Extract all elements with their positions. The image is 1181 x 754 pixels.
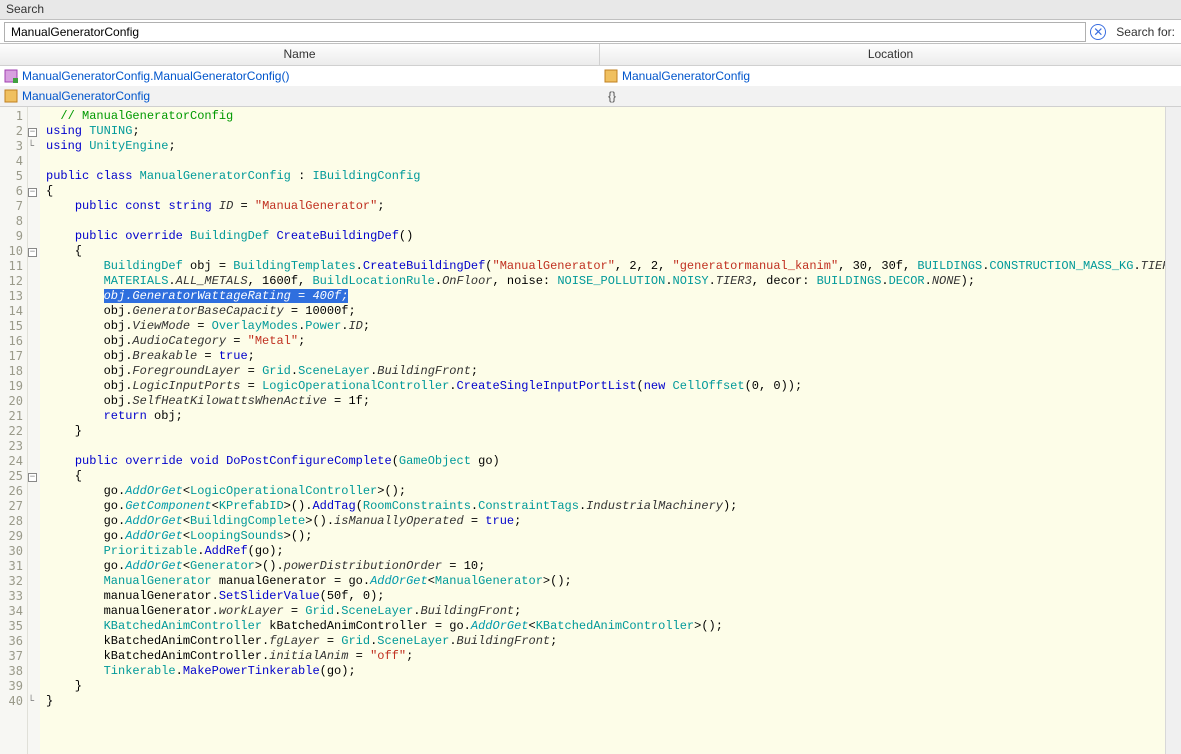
code-line[interactable]: [46, 214, 1165, 229]
result-row[interactable]: ManualGeneratorConfig.ManualGeneratorCon…: [0, 66, 1181, 86]
code-area[interactable]: // ManualGeneratorConfigusing TUNING;usi…: [40, 107, 1165, 754]
code-line[interactable]: public class ManualGeneratorConfig : IBu…: [46, 169, 1165, 184]
fold-gutter: −└ − − − └: [28, 107, 40, 754]
result-name-link[interactable]: ManualGeneratorConfig: [22, 89, 150, 103]
column-location[interactable]: Location: [600, 44, 1181, 65]
results-header: Name Location: [0, 44, 1181, 66]
code-line[interactable]: }: [46, 424, 1165, 439]
code-line[interactable]: [46, 154, 1165, 169]
code-line[interactable]: {: [46, 469, 1165, 484]
code-line[interactable]: return obj;: [46, 409, 1165, 424]
code-line[interactable]: obj.Breakable = true;: [46, 349, 1165, 364]
code-line[interactable]: obj.SelfHeatKilowattsWhenActive = 1f;: [46, 394, 1165, 409]
search-for-label: Search for:: [1110, 25, 1181, 39]
code-line[interactable]: obj.GeneratorWattageRating = 400f;: [46, 289, 1165, 304]
result-row[interactable]: ManualGeneratorConfig {}: [0, 86, 1181, 106]
code-line[interactable]: public const string ID = "ManualGenerato…: [46, 199, 1165, 214]
fold-toggle[interactable]: −: [28, 473, 37, 482]
code-line[interactable]: manualGenerator.SetSliderValue(50f, 0);: [46, 589, 1165, 604]
vertical-scrollbar[interactable]: [1165, 107, 1181, 754]
code-line[interactable]: go.AddOrGet<BuildingComplete>().isManual…: [46, 514, 1165, 529]
code-line[interactable]: {: [46, 184, 1165, 199]
code-line[interactable]: using UnityEngine;: [46, 139, 1165, 154]
code-line[interactable]: obj.ViewMode = OverlayModes.Power.ID;: [46, 319, 1165, 334]
code-line[interactable]: go.AddOrGet<Generator>().powerDistributi…: [46, 559, 1165, 574]
code-editor: 1234567891011121314151617181920212223242…: [0, 106, 1181, 754]
code-line[interactable]: using TUNING;: [46, 124, 1165, 139]
code-line[interactable]: go.AddOrGet<LogicOperationalController>(…: [46, 484, 1165, 499]
code-line[interactable]: KBatchedAnimController kBatchedAnimContr…: [46, 619, 1165, 634]
code-line[interactable]: {: [46, 244, 1165, 259]
code-line[interactable]: public override BuildingDef CreateBuildi…: [46, 229, 1165, 244]
code-line[interactable]: manualGenerator.workLayer = Grid.SceneLa…: [46, 604, 1165, 619]
results-body: ManualGeneratorConfig.ManualGeneratorCon…: [0, 66, 1181, 106]
code-line[interactable]: [46, 709, 1165, 724]
line-gutter: 1234567891011121314151617181920212223242…: [0, 107, 28, 754]
result-location-link[interactable]: ManualGeneratorConfig: [622, 69, 750, 83]
code-line[interactable]: obj.AudioCategory = "Metal";: [46, 334, 1165, 349]
code-line[interactable]: Tinkerable.MakePowerTinkerable(go);: [46, 664, 1165, 679]
code-line[interactable]: // ManualGeneratorConfig: [46, 109, 1165, 124]
method-icon: [4, 69, 18, 84]
search-row: ✕ Search for:: [0, 20, 1181, 44]
code-line[interactable]: [46, 439, 1165, 454]
fold-toggle[interactable]: −: [28, 248, 37, 257]
search-panel-title: Search: [0, 0, 1181, 20]
search-input[interactable]: [4, 22, 1086, 42]
code-line[interactable]: obj.GeneratorBaseCapacity = 10000f;: [46, 304, 1165, 319]
code-line[interactable]: obj.ForegroundLayer = Grid.SceneLayer.Bu…: [46, 364, 1165, 379]
fold-toggle[interactable]: −: [28, 188, 37, 197]
code-line[interactable]: BuildingDef obj = BuildingTemplates.Crea…: [46, 259, 1165, 274]
code-line[interactable]: go.GetComponent<KPrefabID>().AddTag(Room…: [46, 499, 1165, 514]
code-line[interactable]: MATERIALS.ALL_METALS, 1600f, BuildLocati…: [46, 274, 1165, 289]
class-icon: [4, 89, 18, 104]
clear-search-icon[interactable]: ✕: [1090, 24, 1106, 40]
code-line[interactable]: kBatchedAnimController.fgLayer = Grid.Sc…: [46, 634, 1165, 649]
result-name-link[interactable]: ManualGeneratorConfig.ManualGeneratorCon…: [22, 69, 289, 83]
code-line[interactable]: kBatchedAnimController.initialAnim = "of…: [46, 649, 1165, 664]
code-line[interactable]: }: [46, 679, 1165, 694]
code-line[interactable]: go.AddOrGet<LoopingSounds>();: [46, 529, 1165, 544]
code-line[interactable]: ManualGenerator manualGenerator = go.Add…: [46, 574, 1165, 589]
code-line[interactable]: }: [46, 694, 1165, 709]
code-line[interactable]: Prioritizable.AddRef(go);: [46, 544, 1165, 559]
code-line[interactable]: public override void DoPostConfigureComp…: [46, 454, 1165, 469]
code-line[interactable]: obj.LogicInputPorts = LogicOperationalCo…: [46, 379, 1165, 394]
class-icon: [604, 69, 618, 84]
column-name[interactable]: Name: [0, 44, 600, 65]
result-location-text: {}: [608, 89, 616, 103]
fold-toggle[interactable]: −: [28, 128, 37, 137]
